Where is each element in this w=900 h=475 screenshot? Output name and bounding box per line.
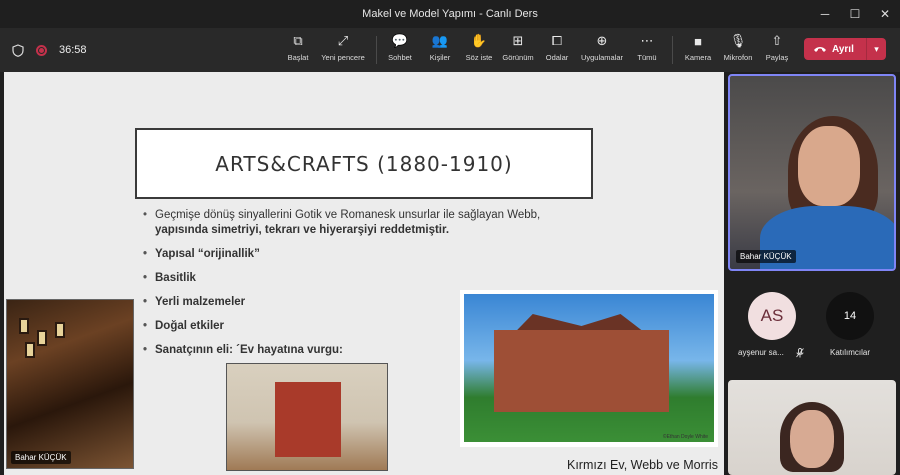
leave-button[interactable]: Ayrıl ▾ [804,38,886,60]
bullet-text-bold: yapısında simetriyi, tekrarı ve hiyerarş… [155,224,450,236]
avatar[interactable]: AS [748,292,796,340]
share-screen-icon: ⧉ [293,33,303,48]
participant-name: ayşenur sa... [738,348,784,357]
raise-hand-button[interactable]: ✋ Söz iste [462,32,496,68]
lamp-shape [25,342,35,358]
people-label: Kişiler [429,53,451,62]
red-house-photo: ©Ethan Doyle White [460,290,718,447]
microphone-button[interactable]: 🎙 Mikrofon [720,32,756,68]
more-label: Tümü [637,53,657,62]
apps-icon: ⊕ [596,33,608,48]
minimize-button[interactable]: ─ [810,0,840,28]
leave-main[interactable]: Ayrıl [804,44,866,55]
people-button[interactable]: 👥 Kişiler [424,32,456,68]
slide-caption: Kırmızı Ev, Webb ve Morris [567,458,718,472]
lamp-shape [19,318,29,334]
phone-hangup-icon [814,47,826,52]
meeting-timer: 36:58 [59,44,87,56]
mic-muted-icon [796,348,804,358]
chat-label: Sohbet [388,53,412,62]
slide-bullet: Yapısal “orijinallik” [141,247,581,262]
more-icon: ⋯ [640,33,654,48]
toolbar-divider [376,36,377,64]
view-label: Görünüm [502,53,534,62]
share-button[interactable]: ⇧ Paylaş [762,32,792,68]
cabinet-shape [275,382,341,457]
presenter-face [798,126,860,206]
participants-panel: Bahar KÜÇÜK AS ayşenur sa... 14 Katılımc… [724,72,900,475]
chevron-down-icon[interactable]: ▾ [866,38,886,60]
recording-icon [36,44,47,56]
new-window-button[interactable]: ⤢ Yeni pencere [318,32,368,68]
building-shape [494,330,669,412]
share-label: Paylaş [765,53,789,62]
chat-icon: 💬 [391,33,409,48]
rooms-label: Odalar [545,53,569,62]
presenter-name-tag: Bahar KÜÇÜK [11,451,71,464]
window-title: Makel ve Model Yapımı - Canlı Ders [362,8,538,20]
video-tile-participant[interactable] [728,380,896,475]
photo-credit: ©Ethan Doyle White [662,434,708,440]
shield-icon[interactable] [12,43,24,57]
rooms-icon: ⧠ [551,33,563,48]
raise-hand-icon: ✋ [470,33,488,48]
window-controls: ─ ☐ ✕ [810,0,900,28]
chat-button[interactable]: 💬 Sohbet [384,32,416,68]
camera-icon: ■ [694,33,702,49]
bullet-text: Geçmişe dönüş sinyallerini Gotik ve Roma… [155,209,541,221]
house-image: ©Ethan Doyle White [464,294,714,442]
people-icon: 👥 [431,33,449,48]
meeting-status: 36:58 [12,28,87,72]
lamp-shape [55,322,65,338]
staircase-photo: Bahar KÜÇÜK [6,299,134,469]
apps-button[interactable]: ⊕ Uygulamalar [578,32,626,68]
start-share-label: Başlat [287,53,309,62]
lamp-shape [37,330,47,346]
rooms-button[interactable]: ⧠ Odalar [542,32,572,68]
shared-content-stage: ARTS&CRAFTS (1880-1910) Geçmişe dönüş si… [4,72,724,475]
camera-label: Kamera [684,53,712,62]
close-window-button[interactable]: ✕ [870,0,900,28]
participants-label: Katılımcılar [830,348,871,357]
video-name-tag: Bahar KÜÇÜK [736,250,796,263]
toolbar-divider [672,36,673,64]
slide-bullet: Geçmişe dönüş sinyallerini Gotik ve Roma… [141,208,581,238]
view-button[interactable]: ⊞ Görünüm [500,32,536,68]
microphone-label: Mikrofon [723,53,753,62]
participant-face [790,410,834,468]
meeting-toolbar: 36:58 ⧉ Başlat ⤢ Yeni pencere 💬 Sohbet 👥… [0,28,900,72]
mic-off-icon: 🎙 [729,33,747,48]
participant-count-badge[interactable]: 14 [826,292,874,340]
interior-photo [226,363,388,471]
new-window-label: Yeni pencere [321,53,365,62]
start-share-button[interactable]: ⧉ Başlat [282,32,314,68]
slide-bullet: Basitlik [141,271,581,286]
raise-hand-label: Söz iste [465,53,493,62]
maximize-button[interactable]: ☐ [840,0,870,28]
video-tile-presenter[interactable]: Bahar KÜÇÜK [728,74,896,271]
leave-label: Ayrıl [832,43,854,55]
new-window-icon: ⤢ [337,33,349,48]
window-titlebar: Makel ve Model Yapımı - Canlı Ders ─ ☐ ✕ [0,0,900,28]
share-icon: ⇧ [771,33,783,48]
view-icon: ⊞ [512,33,524,48]
more-button[interactable]: ⋯ Tümü [632,32,662,68]
camera-button[interactable]: ■ Kamera [682,32,714,68]
apps-label: Uygulamalar [580,53,624,62]
slide-title: ARTS&CRAFTS (1880-1910) [135,128,593,199]
